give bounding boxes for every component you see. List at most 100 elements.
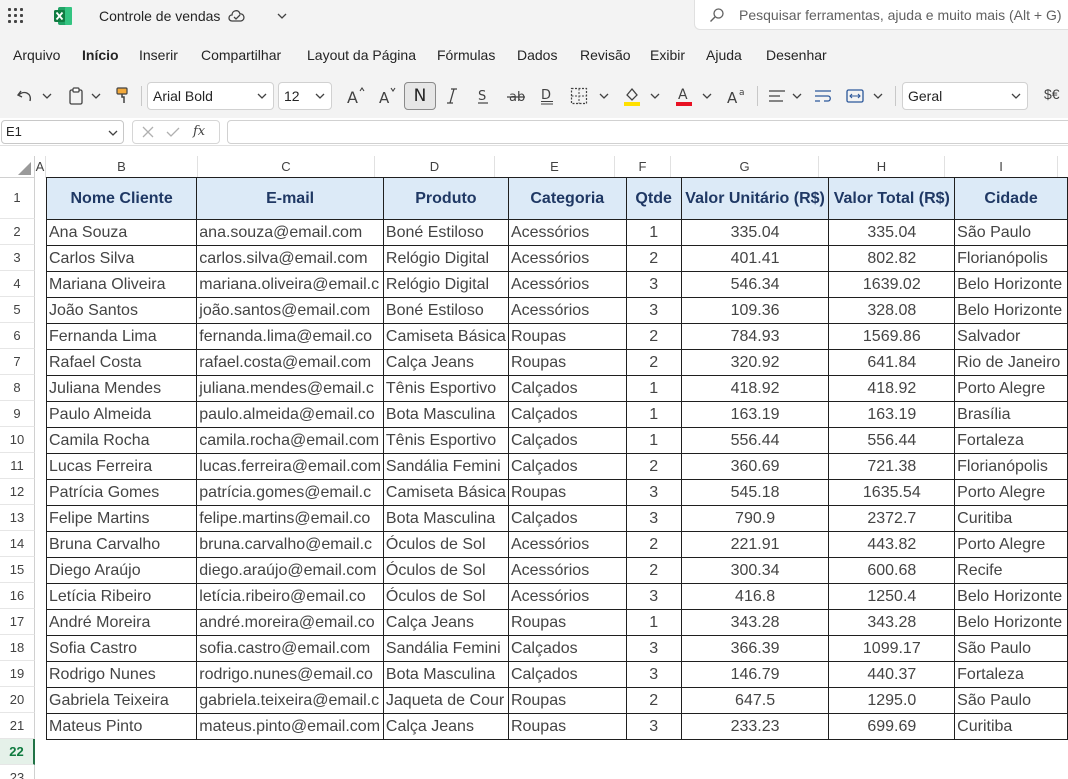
font-color-dropdown-chevron-icon[interactable] [700,82,714,110]
cell-categoria[interactable]: Calçados [507,661,627,688]
column-header[interactable]: F [615,156,671,178]
cell-valor-total[interactable]: 802.82 [828,245,956,272]
cell-categoria[interactable]: Calçados [507,401,627,428]
cell-valor-total[interactable]: 440.37 [828,661,956,688]
borders-dropdown-chevron-icon[interactable] [597,82,611,110]
cell-produto[interactable]: Sandália Femini [382,453,509,480]
italic-icon[interactable] [442,82,462,110]
header-valor-total[interactable]: Valor Total (R$) [828,177,956,220]
cell-nome-cliente[interactable]: Diego Araújo [45,557,198,584]
cell-categoria[interactable]: Acessórios [507,245,627,272]
chevron-down-icon[interactable] [276,10,288,22]
row-header[interactable]: 13 [0,505,35,531]
cell-produto[interactable]: Óculos de Sol [382,557,509,584]
cell-email[interactable]: patrícia.gomes@email.c [196,479,384,506]
cell-nome-cliente[interactable]: Patrícia Gomes [45,479,198,506]
text-effects-icon[interactable]: Aa [724,82,748,110]
cell-email[interactable]: fernanda.lima@email.co [196,323,384,350]
cell-nome-cliente[interactable]: Letícia Ribeiro [45,583,198,610]
cell-cidade[interactable]: São Paulo [954,687,1068,714]
cell-categoria[interactable]: Roupas [507,479,627,506]
cell-nome-cliente[interactable]: Paulo Almeida [45,401,198,428]
format-painter-icon[interactable] [112,82,132,110]
cell-valor-total[interactable]: 163.19 [828,401,956,428]
cell-produto[interactable]: Boné Estiloso [382,219,509,246]
cell-valor-total[interactable]: 418.92 [828,375,956,402]
cell-qtde[interactable]: 3 [625,271,682,298]
cell-qtde[interactable]: 1 [625,609,682,636]
cell-qtde[interactable]: 3 [625,479,682,506]
paste-icon[interactable] [66,82,86,110]
cell-cidade[interactable]: São Paulo [954,635,1068,662]
cell-valor-total[interactable]: 343.28 [828,609,956,636]
cell-nome-cliente[interactable]: Fernanda Lima [45,323,198,350]
bold-button[interactable]: N [404,82,436,110]
header-cidade[interactable]: Cidade [954,177,1068,220]
row-header[interactable]: 12 [0,479,35,505]
row-header[interactable]: 23 [0,765,35,779]
cell-valor-total[interactable]: 1635.54 [828,479,956,506]
cell-categoria[interactable]: Calçados [507,453,627,480]
cell-cidade[interactable]: Salvador [954,323,1068,350]
cell-valor-unitario[interactable]: 335.04 [680,219,830,246]
cell-valor-unitario[interactable]: 300.34 [680,557,830,584]
cell-produto[interactable]: Camiseta Básica [382,479,509,506]
strikethrough-icon[interactable]: ab [504,82,528,110]
borders-icon[interactable] [569,82,589,110]
cell-qtde[interactable]: 2 [625,557,682,584]
row-header[interactable]: 6 [0,323,35,349]
row-header[interactable]: 5 [0,297,35,323]
column-header[interactable]: H [819,156,945,178]
column-header[interactable]: G [671,156,819,178]
menu-revisao[interactable]: Revisão [580,47,631,63]
row-header[interactable]: 1 [0,177,35,219]
cell-email[interactable]: paulo.almeida@email.co [196,401,384,428]
cell-produto[interactable]: Bota Masculina [382,505,509,532]
cell-email[interactable]: juliana.mendes@email.c [196,375,384,402]
cell-cidade[interactable]: Curitiba [954,713,1068,740]
number-format-select[interactable]: Geral [902,82,1028,110]
row-header[interactable]: 7 [0,349,35,375]
enter-check-icon[interactable] [166,126,180,138]
row-header[interactable]: 4 [0,271,35,297]
cell-categoria[interactable]: Roupas [507,687,627,714]
cell-email[interactable]: mateus.pinto@email.com [196,713,384,740]
cell-valor-total[interactable]: 2372.7 [828,505,956,532]
header-qtde[interactable]: Qtde [625,177,682,220]
cell-valor-unitario[interactable]: 366.39 [680,635,830,662]
cell-valor-total[interactable]: 699.69 [828,713,956,740]
row-header[interactable]: 16 [0,583,35,609]
cell-cidade[interactable]: São Paulo [954,219,1068,246]
cell-cidade[interactable]: Fortaleza [954,427,1068,454]
cell-nome-cliente[interactable]: João Santos [45,297,198,324]
cell-cidade[interactable]: Florianópolis [954,453,1068,480]
header-categoria[interactable]: Categoria [507,177,627,220]
cell-nome-cliente[interactable]: Ana Souza [45,219,198,246]
cell-valor-total[interactable]: 328.08 [828,297,956,324]
cell-nome-cliente[interactable]: Mateus Pinto [45,713,198,740]
cell-categoria[interactable]: Calçados [507,505,627,532]
column-header[interactable]: E [495,156,615,178]
cell-email[interactable]: bruna.carvalho@email.c [196,531,384,558]
cell-email[interactable]: diego.araújo@email.com [196,557,384,584]
cell-valor-unitario[interactable]: 221.91 [680,531,830,558]
fill-color-icon[interactable] [621,82,643,110]
increase-font-size-icon[interactable]: A [344,82,368,110]
cell-email[interactable]: ana.souza@email.com [196,219,384,246]
cell-qtde[interactable]: 3 [625,661,682,688]
undo-icon[interactable] [14,82,36,110]
menu-desenhar[interactable]: Desenhar [766,47,827,63]
cell-nome-cliente[interactable]: Carlos Silva [45,245,198,272]
document-title[interactable]: Controle de vendas [99,8,220,24]
cell-categoria[interactable]: Acessórios [507,297,627,324]
cell-valor-unitario[interactable]: 146.79 [680,661,830,688]
cell-nome-cliente[interactable]: Lucas Ferreira [45,453,198,480]
header-valor-unitario[interactable]: Valor Unitário (R$) [680,177,830,220]
cell-qtde[interactable]: 3 [625,635,682,662]
row-header[interactable]: 19 [0,661,35,687]
cell-categoria[interactable]: Acessórios [507,557,627,584]
cell-valor-total[interactable]: 600.68 [828,557,956,584]
formula-input[interactable] [227,120,1068,144]
cell-qtde[interactable]: 2 [625,453,682,480]
menu-inserir[interactable]: Inserir [139,47,178,63]
